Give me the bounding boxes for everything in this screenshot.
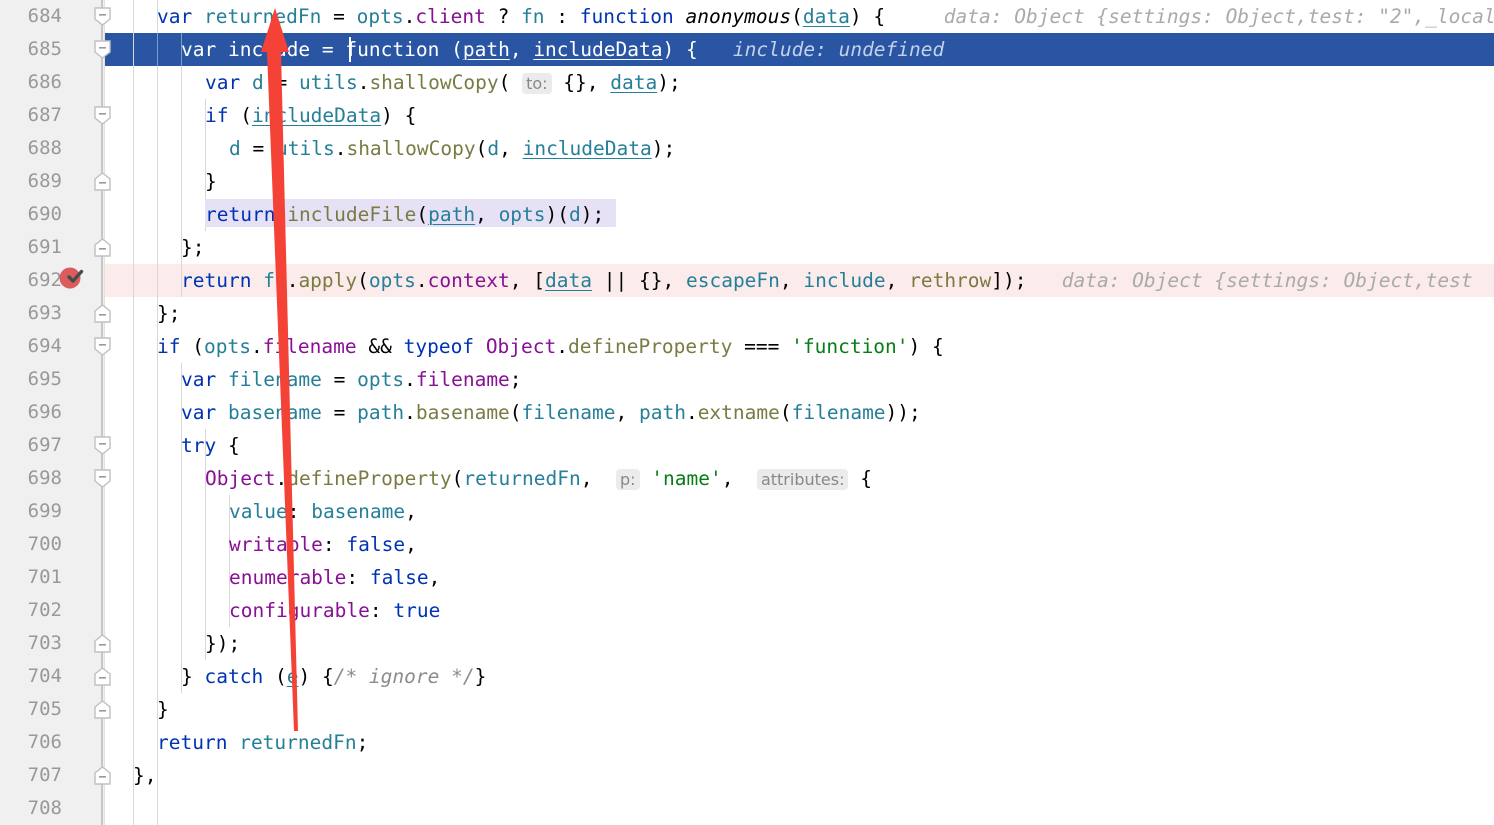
fold-marker-collapse[interactable] [94,40,111,59]
code-line-690[interactable]: return includeFile(path, opts)(d); [205,198,604,231]
fold-marker-expand[interactable] [94,667,111,686]
line-number: 697 [27,434,62,456]
fold-marker-expand[interactable] [94,238,111,257]
line-number: 703 [27,632,62,654]
fold-marker-collapse[interactable] [94,337,111,356]
line-number: 687 [27,104,62,126]
code-line-704[interactable]: } catch (e) {/* ignore */} [181,660,486,693]
code-line-691[interactable]: }; [181,231,204,264]
indent-guide [133,0,134,825]
line-number: 693 [27,302,62,324]
code-line-703[interactable]: }); [205,627,240,660]
fold-marker-expand[interactable] [94,172,111,191]
code-line-693[interactable]: }; [157,297,180,330]
breakpoint-verified-icon[interactable] [58,264,84,290]
code-line-695[interactable]: var filename = opts.filename; [181,363,522,396]
line-number: 690 [27,203,62,225]
code-line-684[interactable]: var returnedFn = opts.client ? fn : func… [157,0,1494,33]
code-line-705[interactable]: } [157,693,169,726]
line-number: 702 [27,599,62,621]
code-line-701[interactable]: enumerable: false, [229,561,440,594]
code-line-688[interactable]: d = utils.shallowCopy(d, includeData); [229,132,675,165]
fold-marker-expand[interactable] [94,766,111,785]
line-number: 685 [27,38,62,60]
code-line-687[interactable]: if (includeData) { [205,99,416,132]
code-line-694[interactable]: if (opts.filename && typeof Object.defin… [157,330,944,363]
line-number: 705 [27,698,62,720]
code-line-707[interactable]: }, [133,759,156,792]
fold-marker-collapse[interactable] [94,106,111,125]
indent-guide [157,33,158,66]
code-line-706[interactable]: return returnedFn; [157,726,368,759]
line-number: 706 [27,731,62,753]
code-line-702[interactable]: configurable: true [229,594,440,627]
code-line-685[interactable]: var include = function (path, includeDat… [181,33,944,66]
text-caret [349,37,351,62]
code-line-697[interactable]: try { [181,429,240,462]
fold-marker-expand[interactable] [94,700,111,719]
fold-marker-collapse[interactable] [94,436,111,455]
code-editor[interactable]: 684 685 686 687 688 689 690 691 692 693 … [0,0,1494,825]
line-number: 684 [27,5,62,27]
code-line-698[interactable]: Object.defineProperty(returnedFn, p: 'na… [205,462,872,495]
code-line-692[interactable]: return fn.apply(opts.context, [data || {… [181,264,1473,297]
code-line-686[interactable]: var d = utils.shallowCopy( to: {}, data)… [205,66,681,99]
line-number: 692 [27,269,62,291]
line-number: 696 [27,401,62,423]
line-number: 704 [27,665,62,687]
line-number: 701 [27,566,62,588]
line-number: 691 [27,236,62,258]
fold-connector [101,262,103,342]
line-number: 700 [27,533,62,555]
line-number: 689 [27,170,62,192]
line-number: 698 [27,467,62,489]
fold-marker-expand[interactable] [94,634,111,653]
code-line-699[interactable]: value: basename, [229,495,417,528]
fold-marker-expand[interactable] [94,304,111,323]
fold-marker-collapse[interactable] [94,469,111,488]
fold-marker-collapse[interactable] [94,7,111,26]
code-line-689[interactable]: } [205,165,217,198]
code-line-696[interactable]: var basename = path.basename(filename, p… [181,396,921,429]
line-number: 699 [27,500,62,522]
line-number: 695 [27,368,62,390]
line-number: 686 [27,71,62,93]
code-line-700[interactable]: writable: false, [229,528,417,561]
line-number: 707 [27,764,62,786]
line-number: 694 [27,335,62,357]
line-number: 688 [27,137,62,159]
line-number: 708 [27,797,62,819]
